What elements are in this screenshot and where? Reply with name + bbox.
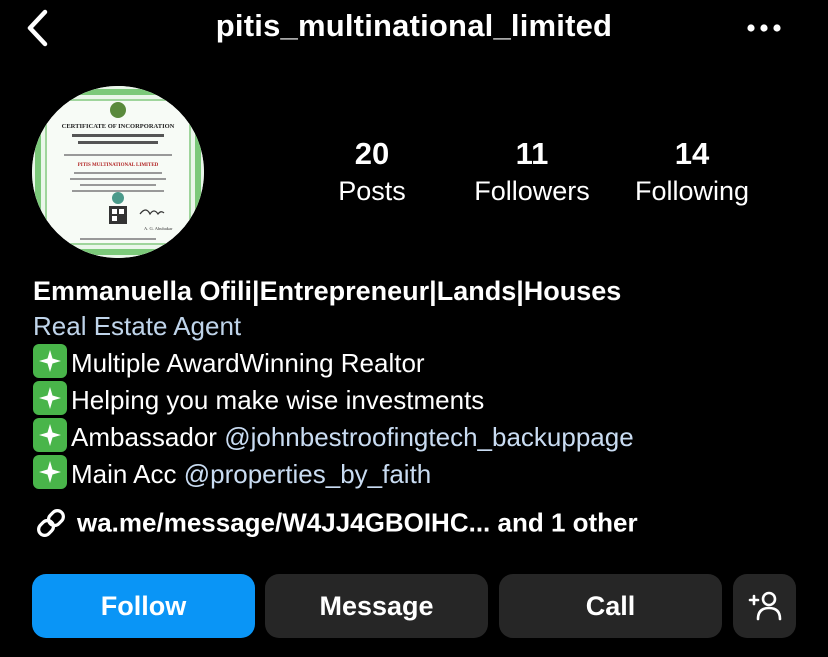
sparkles-emoji-icon <box>33 418 67 452</box>
coat-of-arms-icon <box>110 102 126 118</box>
call-button[interactable]: Call <box>499 574 722 638</box>
mention-link[interactable]: @properties_by_faith <box>184 459 432 489</box>
following-label: Following <box>634 176 750 206</box>
certificate-seal-icon <box>112 192 124 204</box>
stat-posts[interactable]: 20 Posts <box>320 136 424 209</box>
bio-line-text: Main Acc <box>71 459 184 489</box>
profile-category: Real Estate Agent <box>33 311 242 341</box>
bio-line-text: Multiple AwardWinning Realtor <box>71 348 425 378</box>
stat-following[interactable]: 14 Following <box>622 136 762 209</box>
mention-link[interactable]: @johnbestroofingtech_backuppage <box>224 422 633 452</box>
bio-line: Main Acc @properties_by_faith <box>33 455 813 492</box>
more-horizontal-icon <box>747 24 781 32</box>
profile-header: pitis_multinational_limited <box>0 0 828 56</box>
sparkles-emoji-icon <box>33 455 67 489</box>
certificate-signatory: A. G. Abubakar <box>144 226 173 231</box>
add-user-icon <box>748 591 782 621</box>
posts-count: 20 <box>354 136 390 171</box>
bio-line: Ambassador @johnbestroofingtech_backuppa… <box>33 418 813 455</box>
suggested-users-button[interactable] <box>733 574 796 638</box>
certificate-company-name: PITIS MULTINATIONAL LIMITED <box>78 163 159 168</box>
qr-code-icon <box>109 206 127 224</box>
followers-count: 11 <box>515 136 549 171</box>
profile-avatar[interactable]: CERTIFICATE OF INCORPORATION PITIS MULTI… <box>32 86 204 258</box>
more-options-button[interactable] <box>742 10 786 46</box>
sparkles-emoji-icon <box>33 381 67 415</box>
profile-link-text: wa.me/message/W4JJ4GBOIHC... and 1 other <box>77 507 638 538</box>
profile-username: pitis_multinational_limited <box>215 8 613 43</box>
bio-line-text: Helping you make wise investments <box>71 385 485 415</box>
profile-bio: Emmanuella Ofili|Entrepreneur|Lands|Hous… <box>33 274 813 492</box>
followers-label: Followers <box>474 176 590 206</box>
follow-button[interactable]: Follow <box>32 574 255 638</box>
bio-line: Multiple AwardWinning Realtor <box>33 344 813 381</box>
certificate-heading: CERTIFICATE OF INCORPORATION <box>62 123 175 130</box>
bio-line: Helping you make wise investments <box>33 381 813 418</box>
stat-followers[interactable]: 11 Followers <box>462 136 602 209</box>
sparkles-emoji-icon <box>33 344 67 378</box>
profile-links[interactable]: wa.me/message/W4JJ4GBOIHC... and 1 other <box>33 505 638 545</box>
bio-line-text: Ambassador <box>71 422 225 452</box>
posts-label: Posts <box>338 176 406 206</box>
profile-display-name: Emmanuella Ofili|Entrepreneur|Lands|Hous… <box>33 276 622 306</box>
following-count: 14 <box>674 136 710 171</box>
link-icon <box>33 505 69 541</box>
message-button[interactable]: Message <box>265 574 488 638</box>
